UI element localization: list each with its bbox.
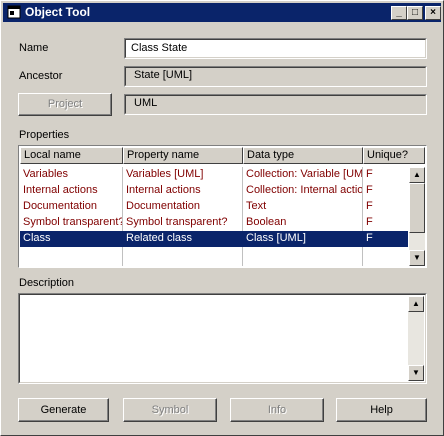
cell-data-type: Collection: Variable [UML] [246,168,362,180]
name-field-value: Class State [131,42,188,54]
symbol-button[interactable]: Symbol [123,398,217,422]
help-button[interactable]: Help [336,398,427,422]
cell-local-name: Documentation [23,200,97,212]
description-scroll-down-icon[interactable]: ▼ [408,365,424,381]
column-header-unique[interactable]: Unique? [363,147,425,164]
cell-unique: F [366,216,373,228]
description-label: Description [19,277,75,289]
column-header-data-type[interactable]: Data type [243,147,363,164]
app-window-icon [7,5,21,19]
cell-local-name: Symbol transparent? [23,216,122,228]
table-row[interactable]: Documentation Documentation Text F [20,199,408,215]
project-field: UML [124,94,427,115]
table-body: Variables Variables [UML] Collection: Vari… [20,167,409,266]
table-scroll-thumb[interactable] [409,183,425,233]
generate-button[interactable]: Generate [18,398,109,422]
cell-property-name: Documentation [126,200,200,212]
cell-data-type: Text [246,200,267,212]
info-button[interactable]: Info [230,398,324,422]
name-field[interactable]: Class State [124,38,427,59]
table-row[interactable]: Symbol transparent? Symbol transparent? Bo… [20,215,408,231]
cell-property-name: Variables [UML] [126,168,204,180]
ancestor-field-value: State [UML] [134,69,193,81]
description-field[interactable]: ▲ ▼ [18,293,427,384]
column-header-local-name[interactable]: Local name [20,147,123,164]
project-button[interactable]: Project [18,93,112,116]
cell-local-name: Variables [23,168,69,180]
table-row[interactable]: Class Related class Class [UML] F [20,231,408,247]
object-tool-window: Object Tool _ □ × Name Class State Ances… [0,0,444,436]
minimize-button[interactable]: _ [391,6,407,20]
cell-unique: F [366,168,373,180]
cell-local-name: Internal actions [23,184,98,196]
properties-label: Properties [19,129,70,141]
cell-data-type: Collection: Internal actions [246,184,362,196]
window-title: Object Tool [25,5,91,19]
cell-property-name: Symbol transparent? [126,216,228,228]
ancestor-label: Ancestor [19,70,63,82]
table-row[interactable]: Variables Variables [UML] Collection: Vari… [20,167,408,183]
close-button[interactable]: × [425,6,441,20]
maximize-button[interactable]: □ [407,6,423,20]
scroll-up-icon[interactable]: ▲ [409,167,425,183]
cell-data-type: Boolean [246,216,287,228]
name-label: Name [19,42,49,54]
ancestor-field: State [UML] [124,66,427,87]
cell-property-name: Internal actions [126,184,201,196]
description-scroll-up-icon[interactable]: ▲ [408,296,424,312]
cell-property-name: Related class [126,232,193,244]
title-bar[interactable]: Object Tool _ □ × [3,3,441,22]
cell-unique: F [366,184,373,196]
scroll-down-icon[interactable]: ▼ [409,250,425,266]
cell-unique: F [366,232,373,244]
cell-data-type: Class [UML] [246,232,306,244]
project-field-value: UML [134,97,158,109]
properties-table: Local name Property name Data type Uniqu… [18,145,427,268]
table-row[interactable]: Internal actions Internal actions Collecti… [20,183,408,199]
description-scrollbar[interactable]: ▲ ▼ [408,296,424,381]
table-scrollbar[interactable]: ▲ ▼ [409,167,425,266]
column-header-property-name[interactable]: Property name [123,147,243,164]
cell-local-name: Class [23,232,51,244]
cell-unique: F [366,200,373,212]
